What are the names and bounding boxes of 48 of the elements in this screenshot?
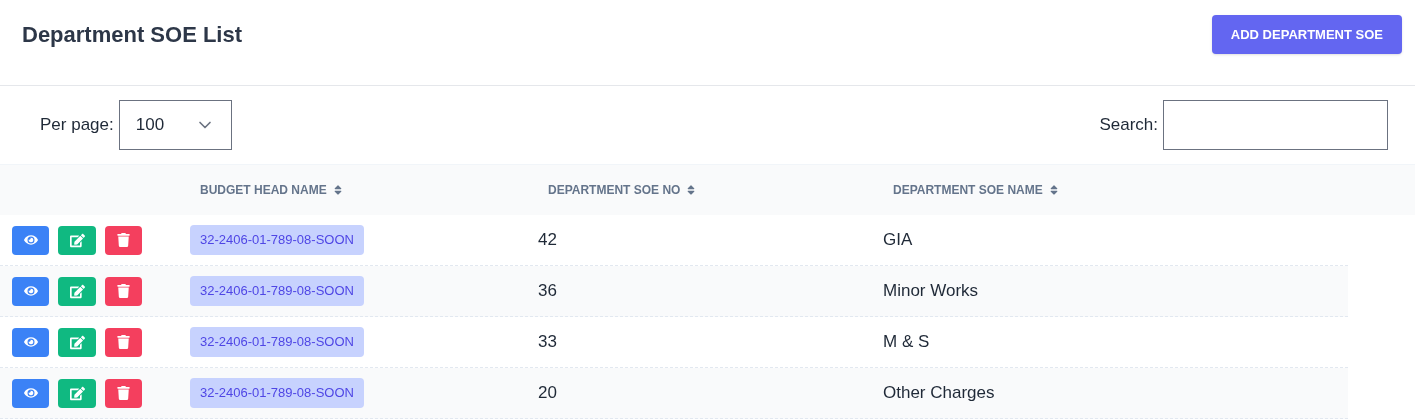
view-button[interactable] (12, 276, 49, 306)
table-cell-text: M & S (882, 331, 931, 354)
table-cell-text: Other Charges (882, 382, 996, 405)
delete-button[interactable] (105, 225, 142, 255)
sort-icon (1048, 184, 1059, 196)
table-cell-text: 20 (537, 382, 558, 405)
trash-icon (117, 284, 130, 298)
edit-icon (69, 334, 85, 350)
sort-icon (332, 184, 343, 196)
table-cell-text: 42 (537, 229, 558, 252)
delete-button[interactable] (105, 327, 142, 357)
search-label: Search: (1099, 114, 1158, 137)
per-page-label: Per page: (40, 114, 114, 137)
budget-head-tag: 32-2406-01-789-08-SOON (190, 378, 364, 408)
table-cell-text: Minor Works (882, 280, 980, 303)
view-button[interactable] (12, 378, 49, 408)
eye-icon (23, 233, 38, 247)
table-cell-text: 36 (537, 280, 558, 303)
eye-icon (23, 386, 38, 400)
edit-icon (69, 232, 85, 248)
eye-icon (23, 284, 38, 298)
add-department-soe-button[interactable]: ADD DEPARTMENT SOE (1211, 15, 1402, 54)
per-page-select[interactable]: 100 (118, 100, 232, 150)
view-button[interactable] (12, 327, 49, 357)
sort-icon (686, 184, 697, 196)
edit-button[interactable] (58, 378, 96, 408)
page-title: Department SOE List (22, 20, 243, 49)
trash-icon (117, 335, 130, 349)
budget-head-tag: 32-2406-01-789-08-SOON (190, 276, 364, 306)
edit-icon (69, 385, 85, 401)
edit-button[interactable] (58, 276, 96, 306)
edit-button[interactable] (58, 225, 96, 255)
trash-icon (117, 233, 130, 247)
edit-button[interactable] (58, 327, 96, 357)
trash-icon (117, 386, 130, 400)
delete-button[interactable] (105, 378, 142, 408)
view-button[interactable] (12, 225, 49, 255)
eye-icon (23, 335, 38, 349)
column-header[interactable]: BUDGET HEAD NAME (170, 181, 518, 199)
column-header[interactable]: DEPARTMENT SOE NAME (863, 181, 1403, 199)
table-cell-text: 33 (537, 331, 558, 354)
budget-head-tag: 32-2406-01-789-08-SOON (190, 225, 364, 255)
edit-icon (69, 283, 85, 299)
search-field[interactable] (1163, 100, 1388, 150)
delete-button[interactable] (105, 276, 142, 306)
budget-head-tag: 32-2406-01-789-08-SOON (190, 327, 364, 357)
table-cell-text: GIA (882, 229, 914, 252)
column-header[interactable]: DEPARTMENT SOE NO (518, 181, 863, 199)
